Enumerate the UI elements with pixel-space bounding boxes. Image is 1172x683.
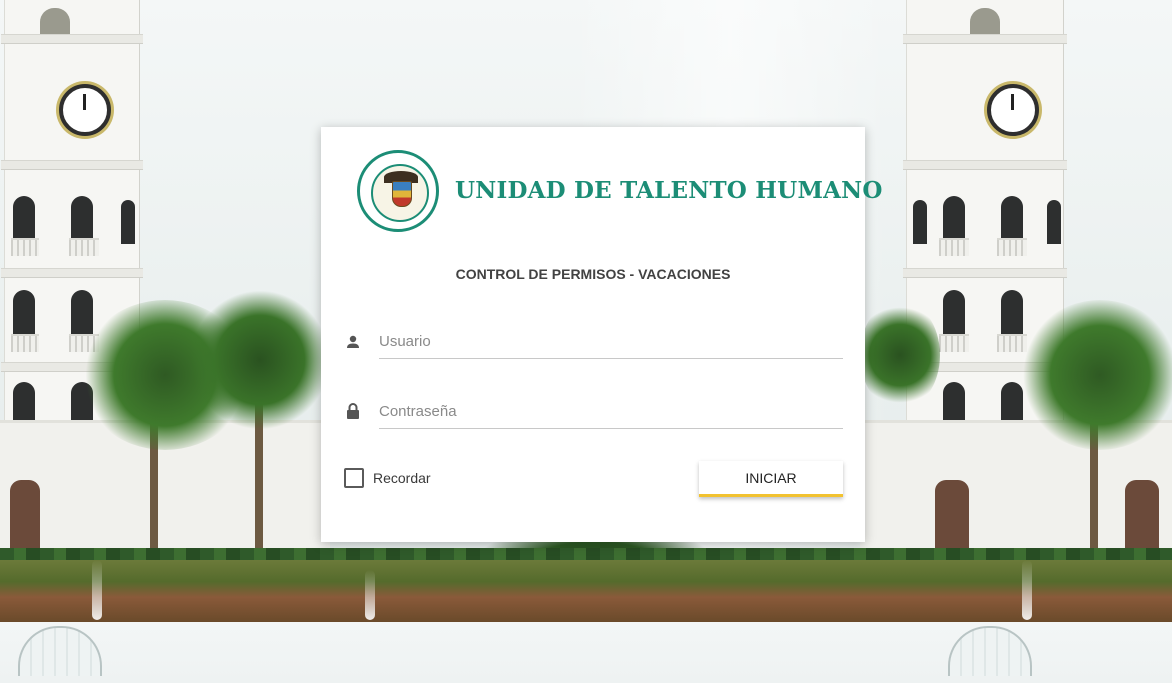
remember-label[interactable]: Recordar — [373, 470, 431, 486]
lock-icon — [345, 402, 361, 420]
remember-checkbox[interactable] — [344, 468, 364, 488]
login-button[interactable]: INICIAR — [699, 461, 843, 497]
password-input[interactable] — [379, 396, 843, 426]
university-seal-logo — [357, 150, 439, 232]
page-title: UNIDAD DE TALENTO HUMANO — [455, 177, 883, 204]
login-card: UNIDAD DE TALENTO HUMANO CONTROL DE PERM… — [321, 127, 882, 542]
password-field — [379, 396, 843, 429]
person-icon — [345, 334, 361, 352]
username-input[interactable] — [379, 326, 843, 356]
page-subtitle: CONTROL DE PERMISOS - VACACIONES — [455, 266, 731, 282]
username-field — [379, 326, 843, 359]
